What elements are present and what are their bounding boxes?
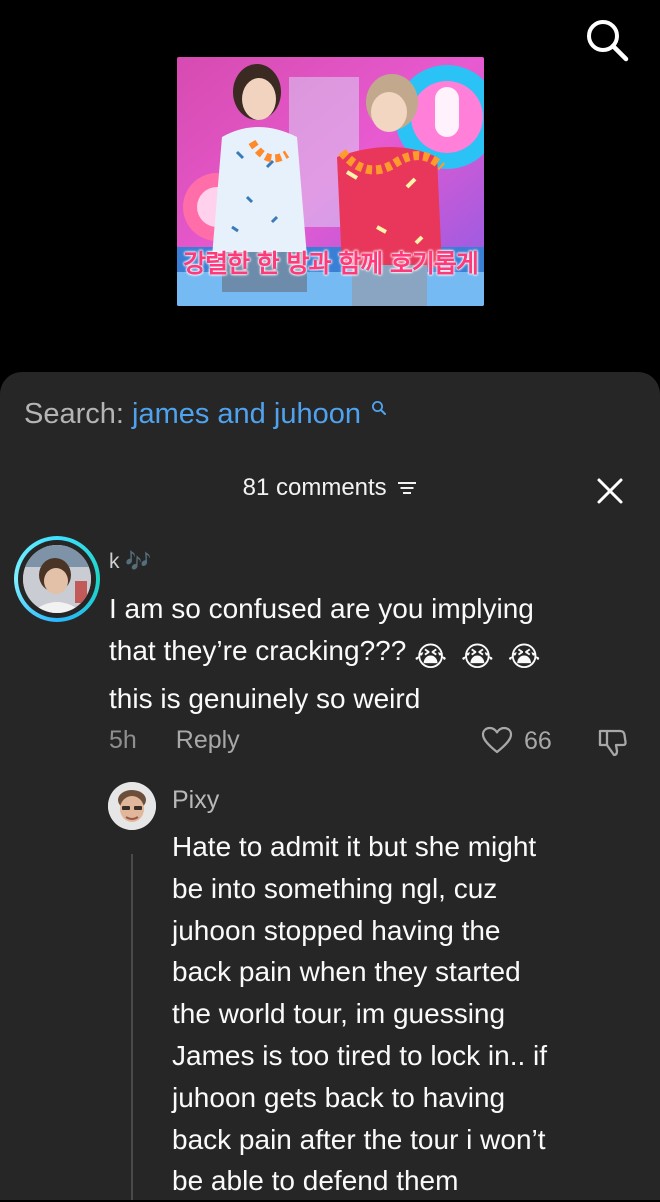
reply-thread-line (131, 854, 133, 1200)
close-icon (597, 478, 623, 504)
comment-line: that they’re cracking??? 😭😭😭 (109, 630, 629, 678)
dislike-button[interactable] (596, 726, 628, 763)
comment-line: this is genuinely so weird (109, 683, 421, 714)
search-icon (587, 20, 629, 62)
comment-text: I am so confused are you implying that t… (109, 588, 629, 720)
search-prefix: Search: (24, 398, 124, 430)
video-area: 강렬한 한 방과 함께 호기롭게 (0, 0, 660, 372)
like-count: 66 (523, 727, 552, 755)
reply-line: the world tour, im guessing (172, 998, 506, 1030)
search-query-icon (372, 401, 387, 415)
reply-line: be into something ngl, cuz (172, 872, 498, 904)
commenter-avatar[interactable] (14, 536, 100, 622)
filter-icon[interactable] (397, 480, 417, 496)
thumbs-down-icon (598, 729, 627, 757)
reply-line: juhoon stopped having the (172, 914, 501, 946)
comments-sheet: Search: james and juhoon 81 comments k 🎶… (0, 372, 660, 1200)
commenter-username[interactable]: k 🎶 (109, 550, 151, 574)
search-button[interactable] (580, 14, 632, 66)
reply-line: James is too tired to lock in.. if (172, 1039, 548, 1071)
comments-count-header[interactable]: 81 comments (0, 474, 660, 502)
close-comments-button[interactable] (594, 475, 626, 507)
search-suggestion[interactable]: Search: james and juhoon (24, 398, 387, 431)
video-caption: 강렬한 한 방과 함께 호기롭게 (183, 249, 479, 278)
reply-line: back pain when they started (172, 956, 521, 988)
reply-line: be able to defend them (172, 1165, 459, 1197)
reply-button[interactable]: Reply (176, 726, 240, 754)
reply-username[interactable]: Pixy (172, 786, 219, 815)
reply-text: Hate to admit it but she might be into s… (172, 826, 642, 1202)
search-query-link[interactable]: james and juhoon (132, 398, 361, 430)
video-thumbnail[interactable]: 강렬한 한 방과 함께 호기롭게 (177, 57, 484, 306)
comment-line: I am so confused are you implying (109, 593, 534, 624)
reply-line: back pain after the tour i won’t (172, 1123, 546, 1155)
heart-icon (481, 726, 513, 754)
comments-count: 81 comments (242, 474, 387, 501)
like-button[interactable]: 66 (481, 726, 552, 756)
comment-time: 5h (109, 726, 137, 754)
reply-line: Hate to admit it but she might (172, 831, 537, 862)
comment-meta: 5h Reply (109, 726, 240, 755)
reply-avatar[interactable] (108, 782, 156, 830)
crying-face-emoji: 😭😭😭 (414, 641, 555, 672)
avatar (23, 545, 91, 613)
reply-line: juhoon gets back to having (172, 1081, 506, 1113)
